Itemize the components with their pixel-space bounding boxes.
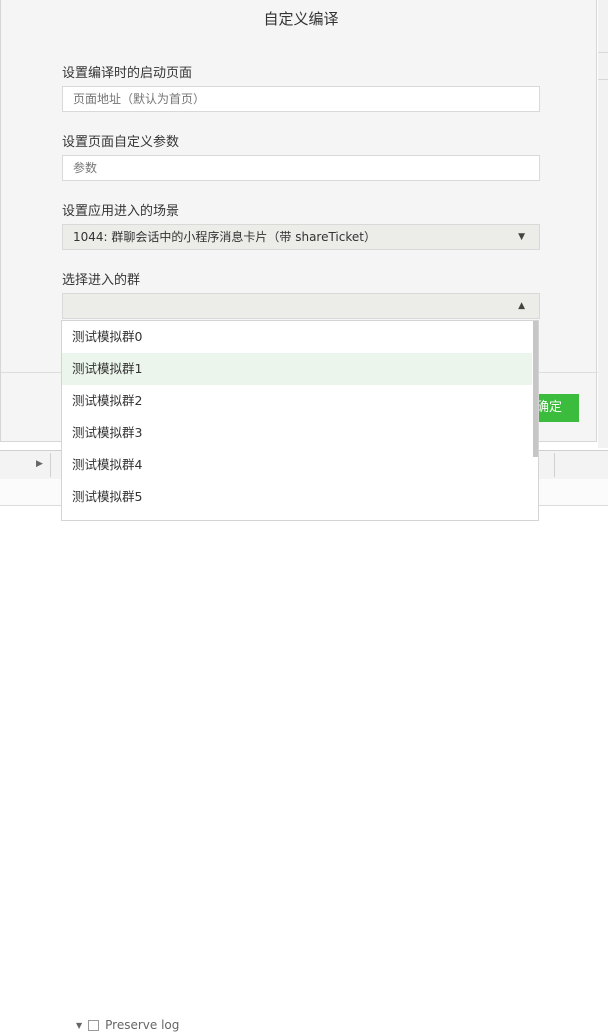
launch-page-input[interactable]: [62, 86, 540, 112]
scene-label: 设置应用进入的场景: [62, 204, 180, 219]
group-label: 选择进入的群: [62, 273, 141, 288]
play-icon[interactable]: ▶: [36, 459, 43, 469]
preserve-log-option[interactable]: ▼ Preserve log: [76, 1018, 179, 1032]
scene-select[interactable]: 1044: 群聊会话中的小程序消息卡片（带 shareTicket） ▼: [62, 224, 540, 250]
toolbar-divider: [50, 453, 51, 477]
preserve-log-checkbox[interactable]: [88, 1019, 100, 1031]
chevron-down-icon[interactable]: ▼: [76, 1021, 82, 1030]
group-dropdown-list: 测试模拟群0 测试模拟群1 测试模拟群2 测试模拟群3 测试模拟群4 测试模拟群…: [61, 320, 539, 521]
list-item[interactable]: 测试模拟群1: [62, 353, 532, 385]
caret-up-icon: ▲: [518, 301, 525, 311]
list-item[interactable]: 测试模拟群2: [62, 385, 532, 417]
list-item[interactable]: 测试模拟群4: [62, 449, 532, 481]
scene-select-value: 1044: 群聊会话中的小程序消息卡片（带 shareTicket）: [73, 230, 376, 244]
params-label: 设置页面自定义参数: [62, 135, 180, 150]
list-item[interactable]: 测试模拟群3: [62, 417, 532, 449]
params-input[interactable]: [62, 155, 540, 181]
list-item[interactable]: 测试模拟群5: [62, 481, 532, 513]
background-tab-edge: [598, 52, 608, 80]
dropdown-scrollbar[interactable]: [533, 321, 538, 457]
caret-down-icon: ▼: [518, 232, 525, 242]
group-select[interactable]: ▲: [62, 293, 540, 319]
background-panel-edge: [598, 0, 608, 448]
dialog-title: 自定义编译: [263, 10, 339, 28]
toolbar-divider: [554, 453, 555, 477]
preserve-log-label: Preserve log: [105, 1018, 180, 1032]
list-item[interactable]: 测试模拟群0: [62, 321, 532, 353]
launch-page-label: 设置编译时的启动页面: [62, 66, 193, 81]
